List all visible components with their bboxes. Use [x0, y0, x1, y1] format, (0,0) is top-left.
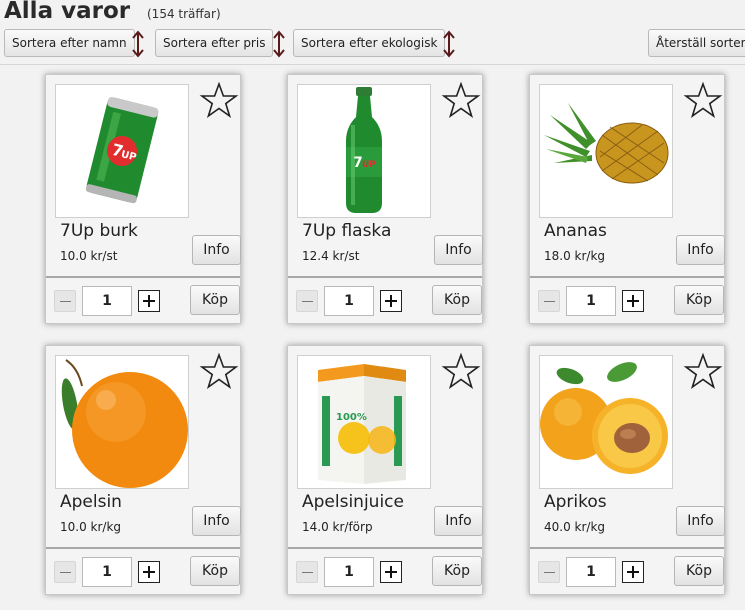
quantity-field[interactable]: 1 [566, 286, 616, 316]
page-title: Alla varor [4, 0, 131, 24]
increase-quantity-button[interactable] [622, 561, 644, 583]
card-divider [46, 276, 240, 278]
juice-carton-icon: 100% [318, 364, 406, 484]
product-name: 7Up flaska [302, 221, 392, 241]
product-name: Ananas [544, 221, 607, 241]
buy-button[interactable]: Köp [674, 285, 724, 315]
product-image[interactable] [55, 355, 189, 489]
buy-button[interactable]: Köp [432, 556, 482, 586]
info-button[interactable]: Info [434, 235, 483, 265]
buy-button[interactable]: Köp [674, 556, 724, 586]
quantity-field[interactable]: 1 [324, 557, 374, 587]
card-divider [530, 276, 724, 278]
product-image[interactable]: 7 UP [297, 84, 431, 218]
sort-by-eco-button[interactable]: Sortera efter ekologisk [293, 29, 446, 57]
product-price: 18.0 kr/kg [544, 249, 606, 263]
product-price: 10.0 kr/st [60, 249, 118, 263]
buy-button[interactable]: Köp [432, 285, 482, 315]
quantity-field[interactable]: 1 [82, 557, 132, 587]
favorite-star-icon[interactable] [441, 81, 481, 121]
product-name: Aprikos [544, 492, 607, 512]
card-divider [288, 276, 482, 278]
increase-quantity-button[interactable] [380, 290, 402, 312]
product-card: Ananas 18.0 kr/kg Info 1 Köp [529, 74, 725, 324]
favorite-star-icon[interactable] [199, 81, 239, 121]
info-button[interactable]: Info [676, 506, 725, 536]
product-image[interactable]: 7 UP [55, 84, 189, 218]
product-card: 7 UP 7Up burk 10.0 kr/st Info 1 Köp [45, 74, 241, 324]
product-card: 7 UP 7Up flaska 12.4 kr/st Info 1 Köp [287, 74, 483, 324]
increase-quantity-button[interactable] [138, 561, 160, 583]
buy-button[interactable]: Köp [190, 285, 240, 315]
apricot-icon [540, 362, 668, 474]
svg-text:UP: UP [362, 160, 376, 170]
product-card: Apelsin 10.0 kr/kg Info 1 Köp [45, 345, 241, 595]
info-button[interactable]: Info [192, 506, 241, 536]
favorite-star-icon[interactable] [199, 352, 239, 392]
buy-button[interactable]: Köp [190, 556, 240, 586]
sort-price-direction-icon[interactable] [272, 29, 286, 59]
increase-quantity-button[interactable] [380, 561, 402, 583]
increase-quantity-button[interactable] [138, 290, 160, 312]
info-button[interactable]: Info [434, 506, 483, 536]
decrease-quantity-button[interactable] [54, 561, 76, 583]
pineapple-icon [544, 103, 669, 184]
product-image[interactable] [539, 355, 673, 489]
increase-quantity-button[interactable] [622, 290, 644, 312]
quantity-field[interactable]: 1 [82, 286, 132, 316]
info-button[interactable]: Info [676, 235, 725, 265]
7up-bottle-icon: 7 UP [346, 87, 382, 213]
favorite-star-icon[interactable] [683, 81, 723, 121]
decrease-quantity-button[interactable] [538, 290, 560, 312]
decrease-quantity-button[interactable] [54, 290, 76, 312]
product-price: 12.4 kr/st [302, 249, 360, 263]
product-price: 10.0 kr/kg [60, 520, 122, 534]
decrease-quantity-button[interactable] [296, 561, 318, 583]
product-name: 7Up burk [60, 221, 138, 241]
card-divider [288, 547, 482, 549]
product-price: 40.0 kr/kg [544, 520, 606, 534]
product-price: 14.0 kr/förp [302, 520, 373, 534]
product-name: Apelsinjuice [302, 492, 404, 512]
7up-can-icon: 7 UP [85, 97, 159, 204]
sort-eco-direction-icon[interactable] [442, 29, 456, 59]
product-card: Aprikos 40.0 kr/kg Info 1 Köp [529, 345, 725, 595]
header-bar: Alla varor (154 träffar) Sortera efter n… [0, 0, 745, 65]
card-divider [530, 547, 724, 549]
card-divider [46, 547, 240, 549]
quantity-field[interactable]: 1 [324, 286, 374, 316]
orange-icon [61, 359, 188, 488]
product-card: 100% Apelsinjuice 14.0 kr/förp Info 1 Kö… [287, 345, 483, 595]
sort-name-direction-icon[interactable] [131, 29, 145, 59]
svg-text:100%: 100% [336, 412, 367, 423]
product-image[interactable] [539, 84, 673, 218]
info-button[interactable]: Info [192, 235, 241, 265]
product-name: Apelsin [60, 492, 122, 512]
favorite-star-icon[interactable] [441, 352, 481, 392]
decrease-quantity-button[interactable] [296, 290, 318, 312]
product-image[interactable]: 100% [297, 355, 431, 489]
reset-sort-button[interactable]: Återställ sortering [648, 29, 745, 57]
quantity-field[interactable]: 1 [566, 557, 616, 587]
result-count: (154 träffar) [147, 7, 221, 21]
decrease-quantity-button[interactable] [538, 561, 560, 583]
sort-by-price-button[interactable]: Sortera efter pris [155, 29, 274, 57]
sort-by-name-button[interactable]: Sortera efter namn [4, 29, 135, 57]
favorite-star-icon[interactable] [683, 352, 723, 392]
